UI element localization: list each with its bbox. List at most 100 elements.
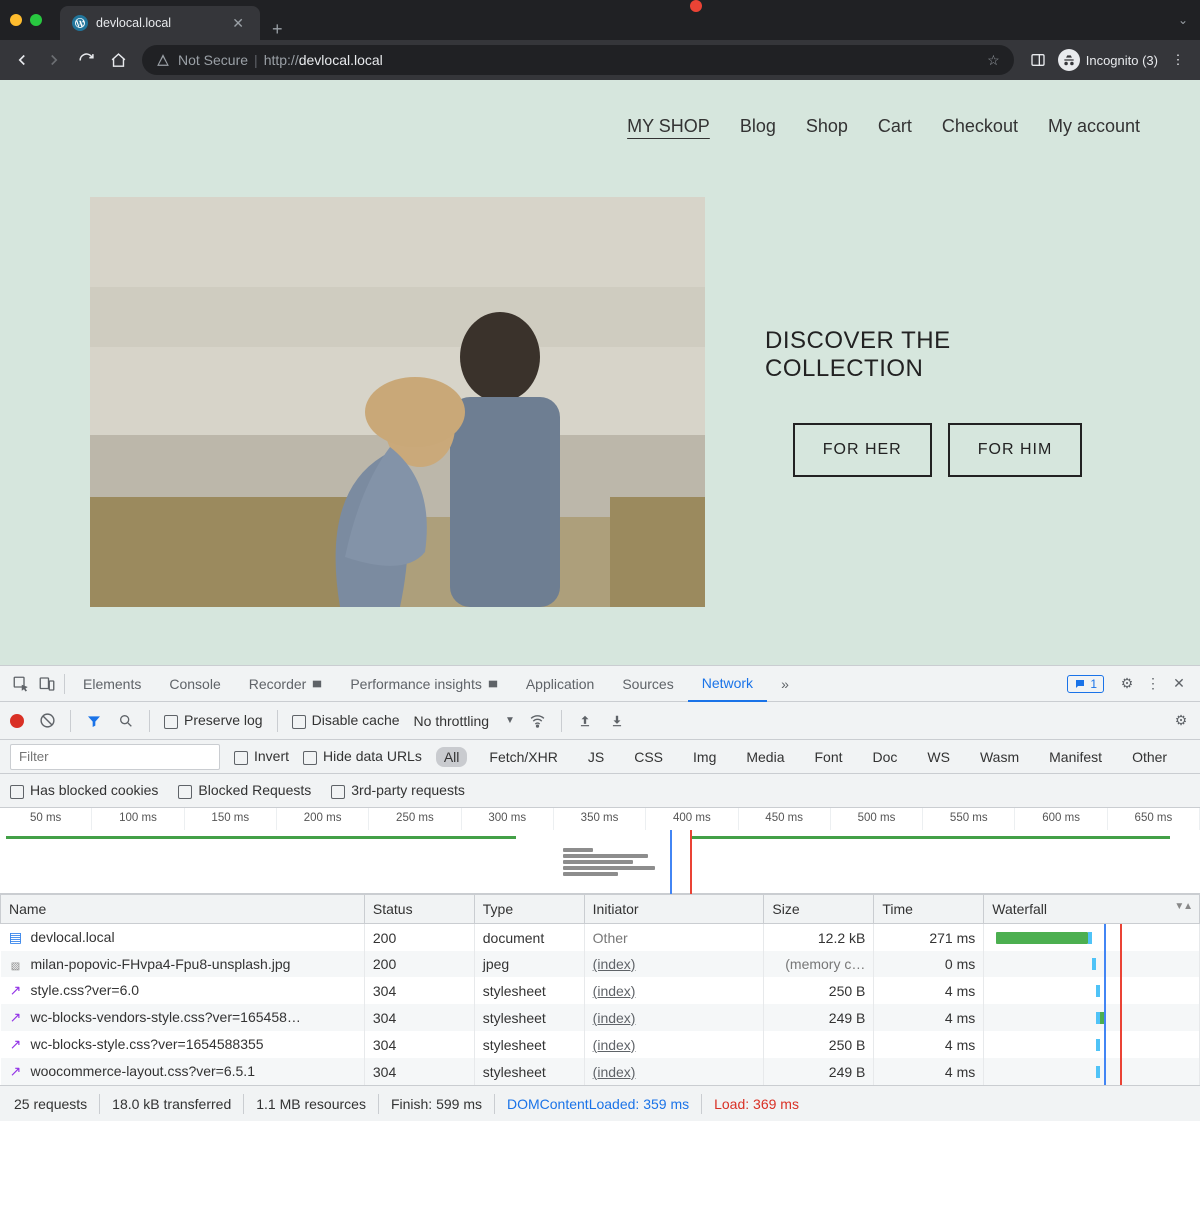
search-icon[interactable] bbox=[117, 713, 135, 729]
preserve-log-checkbox[interactable]: Preserve log bbox=[164, 712, 263, 728]
invert-checkbox[interactable]: Invert bbox=[234, 748, 289, 764]
table-row[interactable]: ↗wc-blocks-vendors-style.css?ver=165458…… bbox=[1, 1004, 1200, 1031]
more-tabs-icon[interactable]: » bbox=[767, 666, 803, 702]
tab-application[interactable]: Application bbox=[512, 666, 609, 702]
panel-icon[interactable] bbox=[1024, 46, 1052, 74]
issues-badge[interactable]: 1 bbox=[1067, 675, 1104, 693]
record-button[interactable] bbox=[10, 714, 24, 728]
col-name[interactable]: Name bbox=[1, 895, 365, 924]
table-row[interactable]: ↗woocommerce-layout.css?ver=6.5.1304styl… bbox=[1, 1058, 1200, 1085]
url-protocol: http:// bbox=[264, 52, 299, 68]
network-settings-icon[interactable]: ⚙ bbox=[1172, 712, 1190, 729]
hero-headline: DISCOVER THE COLLECTION bbox=[765, 327, 1110, 383]
status-transferred: 18.0 kB transferred bbox=[112, 1096, 231, 1112]
type-js[interactable]: JS bbox=[580, 747, 612, 767]
minimize-window-icon[interactable] bbox=[10, 14, 22, 26]
type-wasm[interactable]: Wasm bbox=[972, 747, 1027, 767]
third-party-checkbox[interactable]: 3rd-party requests bbox=[331, 782, 465, 798]
col-time[interactable]: Time bbox=[874, 895, 984, 924]
type-font[interactable]: Font bbox=[807, 747, 851, 767]
devtools-close-icon[interactable]: ✕ bbox=[1166, 675, 1192, 692]
clear-icon[interactable] bbox=[38, 712, 56, 729]
back-button[interactable] bbox=[8, 46, 36, 74]
type-other[interactable]: Other bbox=[1124, 747, 1175, 767]
status-requests: 25 requests bbox=[14, 1096, 87, 1112]
bookmark-icon[interactable]: ☆ bbox=[987, 52, 1000, 69]
devtools-settings-icon[interactable]: ⚙ bbox=[1114, 675, 1140, 692]
nav-shop[interactable]: Shop bbox=[806, 116, 848, 137]
tab-perf-insights[interactable]: Performance insights bbox=[336, 666, 512, 702]
type-img[interactable]: Img bbox=[685, 747, 724, 767]
forward-button[interactable] bbox=[40, 46, 68, 74]
new-tab-button[interactable]: + bbox=[260, 19, 295, 40]
nav-blog[interactable]: Blog bbox=[740, 116, 776, 137]
type-media[interactable]: Media bbox=[738, 747, 792, 767]
nav-account[interactable]: My account bbox=[1048, 116, 1140, 137]
url-host: devlocal.local bbox=[299, 52, 383, 68]
hide-data-urls-checkbox[interactable]: Hide data URLs bbox=[303, 748, 422, 764]
type-doc[interactable]: Doc bbox=[865, 747, 906, 767]
col-initiator[interactable]: Initiator bbox=[584, 895, 764, 924]
devtools-menu-icon[interactable]: ⋮ bbox=[1140, 675, 1166, 692]
wordpress-favicon-icon bbox=[72, 15, 88, 31]
timeline-overview[interactable]: 50 ms100 ms150 ms200 ms250 ms300 ms350 m… bbox=[0, 808, 1200, 894]
throttling-select[interactable]: No throttling▼ bbox=[414, 713, 515, 729]
table-row[interactable]: ▤devlocal.local200documentOther12.2 kB27… bbox=[1, 924, 1200, 952]
table-row[interactable]: ↗wc-blocks-style.css?ver=1654588355304st… bbox=[1, 1031, 1200, 1058]
col-size[interactable]: Size bbox=[764, 895, 874, 924]
type-fetch[interactable]: Fetch/XHR bbox=[481, 747, 565, 767]
webpage-viewport: MY SHOP Blog Shop Cart Checkout My accou… bbox=[0, 80, 1200, 665]
status-dcl: DOMContentLoaded: 359 ms bbox=[507, 1096, 689, 1112]
disable-cache-checkbox[interactable]: Disable cache bbox=[292, 712, 400, 728]
inspect-element-icon[interactable] bbox=[8, 675, 34, 693]
col-type[interactable]: Type bbox=[474, 895, 584, 924]
tab-sources[interactable]: Sources bbox=[608, 666, 687, 702]
upload-har-icon[interactable] bbox=[576, 713, 594, 729]
devtools-panel: Elements Console Recorder Performance in… bbox=[0, 665, 1200, 1121]
status-finish: Finish: 599 ms bbox=[391, 1096, 482, 1112]
type-manifest[interactable]: Manifest bbox=[1041, 747, 1110, 767]
blocked-requests-checkbox[interactable]: Blocked Requests bbox=[178, 782, 311, 798]
tab-console[interactable]: Console bbox=[155, 666, 234, 702]
home-button[interactable] bbox=[104, 46, 132, 74]
hero-image bbox=[90, 197, 705, 607]
nav-brand[interactable]: MY SHOP bbox=[627, 116, 710, 137]
blocked-cookies-checkbox[interactable]: Has blocked cookies bbox=[10, 782, 158, 798]
col-waterfall[interactable]: Waterfall▼ ▲ bbox=[984, 895, 1200, 924]
incognito-indicator[interactable]: Incognito (3) bbox=[1058, 49, 1158, 71]
download-har-icon[interactable] bbox=[608, 713, 626, 729]
tab-recorder[interactable]: Recorder bbox=[235, 666, 337, 702]
browser-menu-icon[interactable]: ⋮ bbox=[1164, 46, 1192, 74]
status-load: Load: 369 ms bbox=[714, 1096, 799, 1112]
table-row[interactable]: ▧milan-popovic-FHvpa4-Fpu8-unsplash.jpg2… bbox=[1, 951, 1200, 977]
network-conditions-icon[interactable] bbox=[529, 712, 547, 729]
network-status-bar: 25 requests 18.0 kB transferred 1.1 MB r… bbox=[0, 1085, 1200, 1121]
for-her-button[interactable]: FOR HER bbox=[793, 423, 932, 477]
col-status[interactable]: Status bbox=[364, 895, 474, 924]
type-all[interactable]: All bbox=[436, 747, 468, 767]
filter-icon[interactable] bbox=[85, 713, 103, 729]
status-resources: 1.1 MB resources bbox=[256, 1096, 366, 1112]
tabs-dropdown-icon[interactable]: ⌄ bbox=[1178, 13, 1188, 27]
type-css[interactable]: CSS bbox=[626, 747, 671, 767]
tab-elements[interactable]: Elements bbox=[69, 666, 155, 702]
maximize-window-icon[interactable] bbox=[30, 14, 42, 26]
close-window-icon[interactable] bbox=[690, 0, 702, 12]
reload-button[interactable] bbox=[72, 46, 100, 74]
network-table: Name Status Type Initiator Size Time Wat… bbox=[0, 894, 1200, 1085]
type-ws[interactable]: WS bbox=[919, 747, 958, 767]
browser-tab[interactable]: devlocal.local ✕ bbox=[60, 6, 260, 40]
address-bar[interactable]: Not Secure | http://devlocal.local ☆ bbox=[142, 45, 1014, 75]
window-controls[interactable] bbox=[10, 14, 42, 26]
incognito-count: Incognito (3) bbox=[1086, 53, 1158, 68]
nav-cart[interactable]: Cart bbox=[878, 116, 912, 137]
device-toggle-icon[interactable] bbox=[34, 675, 60, 693]
tab-network[interactable]: Network bbox=[688, 666, 767, 702]
filter-input[interactable] bbox=[10, 744, 220, 770]
not-secure-icon bbox=[156, 53, 170, 67]
close-tab-icon[interactable]: ✕ bbox=[228, 15, 248, 32]
for-him-button[interactable]: FOR HIM bbox=[948, 423, 1083, 477]
table-row[interactable]: ↗style.css?ver=6.0304stylesheet(index)25… bbox=[1, 977, 1200, 1004]
nav-checkout[interactable]: Checkout bbox=[942, 116, 1018, 137]
security-label: Not Secure bbox=[178, 52, 248, 68]
